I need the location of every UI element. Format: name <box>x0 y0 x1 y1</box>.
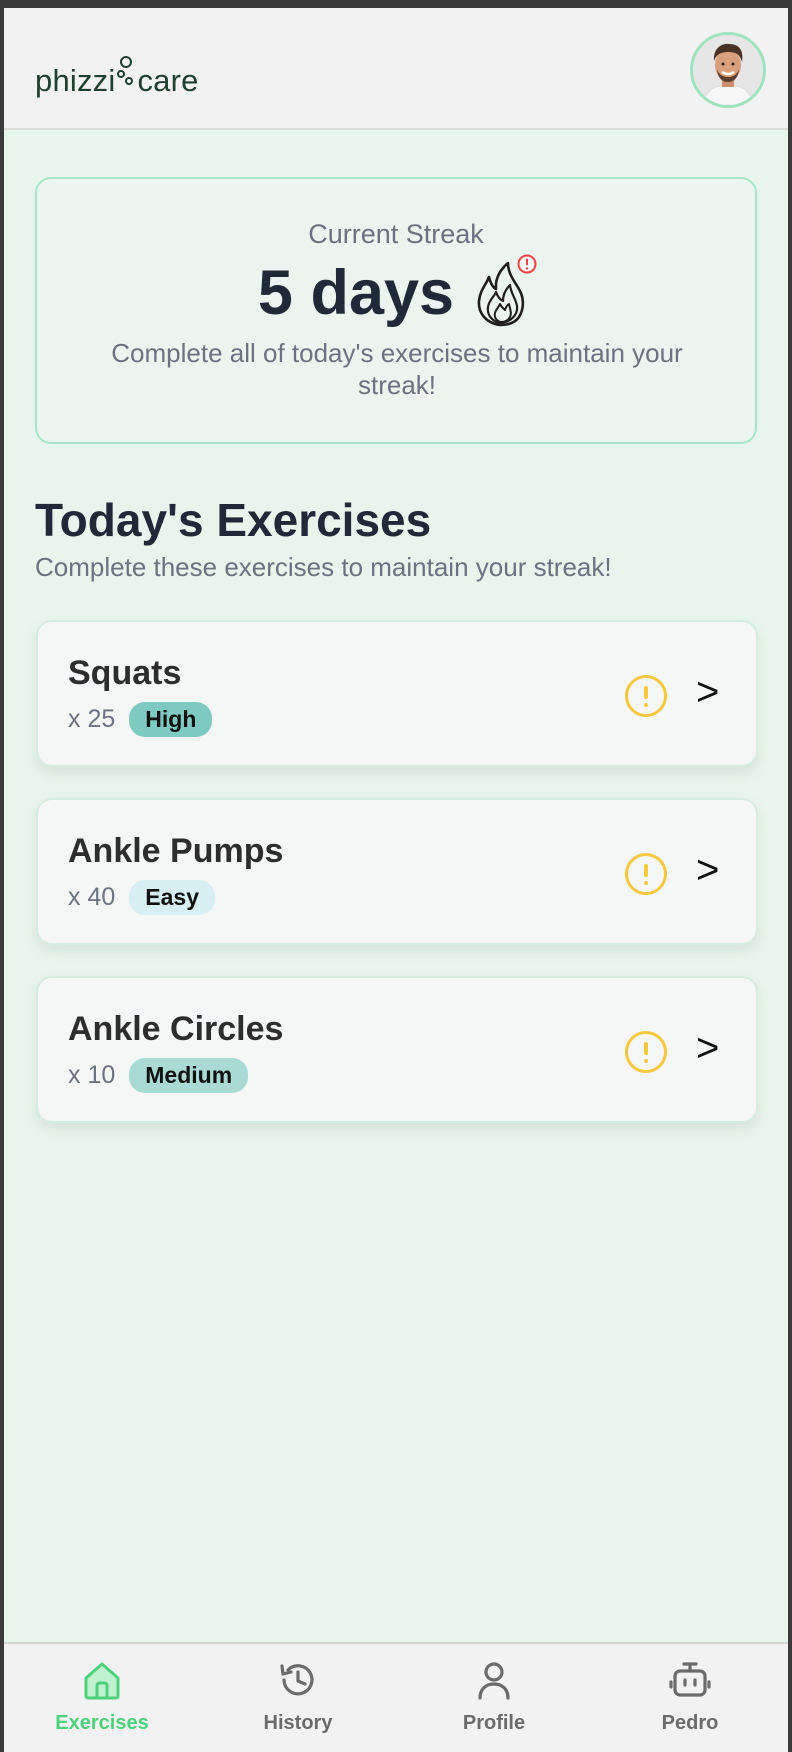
bottom-nav: Exercises History Profile Pedro <box>4 1642 788 1752</box>
exercise-count: x 10 <box>68 1061 116 1089</box>
exercise-meta: x 10 Medium <box>68 1058 249 1093</box>
difficulty-badge: High <box>129 702 213 737</box>
app-logo[interactable]: phizzi care <box>35 52 199 96</box>
streak-value: 5 days <box>257 258 455 328</box>
nav-label: Profile <box>462 1712 526 1734</box>
exercise-name: Ankle Circles <box>68 1010 284 1048</box>
streak-value-row: 5 days <box>37 254 755 329</box>
nav-item-pedro[interactable]: Pedro <box>592 1644 788 1752</box>
warning-circle-icon <box>625 1031 667 1073</box>
section-title: Today's Exercises <box>35 494 432 546</box>
history-icon <box>276 1658 320 1702</box>
streak-label: Current Streak <box>308 219 484 249</box>
chevron-right-icon[interactable]: > <box>696 848 719 893</box>
alert-circle-icon <box>517 254 537 274</box>
streak-card: Current Streak 5 days Complete all of to… <box>35 177 757 444</box>
nav-label: History <box>263 1712 333 1734</box>
difficulty-badge: Easy <box>129 880 215 915</box>
user-icon <box>472 1658 516 1702</box>
exercise-card-ankle-pumps[interactable]: Ankle Pumps x 40 Easy > <box>36 798 758 945</box>
difficulty-badge: Medium <box>129 1058 249 1093</box>
avatar-photo <box>693 35 763 105</box>
logo-text-right: care <box>137 63 199 98</box>
chevron-right-icon[interactable]: > <box>696 1026 719 1071</box>
nav-label: Pedro <box>661 1712 719 1734</box>
logo-mark-icon <box>117 56 135 96</box>
user-avatar[interactable] <box>690 32 766 108</box>
app-header: phizzi care <box>4 8 788 130</box>
exercise-card-squats[interactable]: Squats x 25 High > <box>36 620 758 767</box>
nav-item-exercises[interactable]: Exercises <box>4 1644 200 1752</box>
nav-item-profile[interactable]: Profile <box>396 1644 592 1752</box>
streak-message: Complete all of today's exercises to mai… <box>111 338 683 400</box>
robot-icon <box>668 1658 712 1702</box>
warning-circle-icon <box>625 675 667 717</box>
exercise-meta: x 25 High <box>68 702 213 737</box>
warning-circle-icon <box>625 853 667 895</box>
exercise-name: Ankle Pumps <box>68 832 284 870</box>
chevron-right-icon[interactable]: > <box>696 670 719 715</box>
nav-label: Exercises <box>55 1712 149 1734</box>
logo-text-left: phizzi <box>35 63 116 98</box>
exercise-name: Squats <box>68 654 182 692</box>
nav-item-history[interactable]: History <box>200 1644 396 1752</box>
section-subtitle: Complete these exercises to maintain you… <box>35 552 612 582</box>
app-screen: phizzi care Current Streak 5 days Comple… <box>4 8 788 1752</box>
exercise-meta: x 40 Easy <box>68 880 215 915</box>
flame-icon <box>474 254 537 329</box>
exercise-count: x 40 <box>68 883 116 911</box>
exercise-count: x 25 <box>68 705 116 733</box>
home-icon <box>80 1658 124 1702</box>
exercise-card-ankle-circles[interactable]: Ankle Circles x 10 Medium > <box>36 976 758 1123</box>
